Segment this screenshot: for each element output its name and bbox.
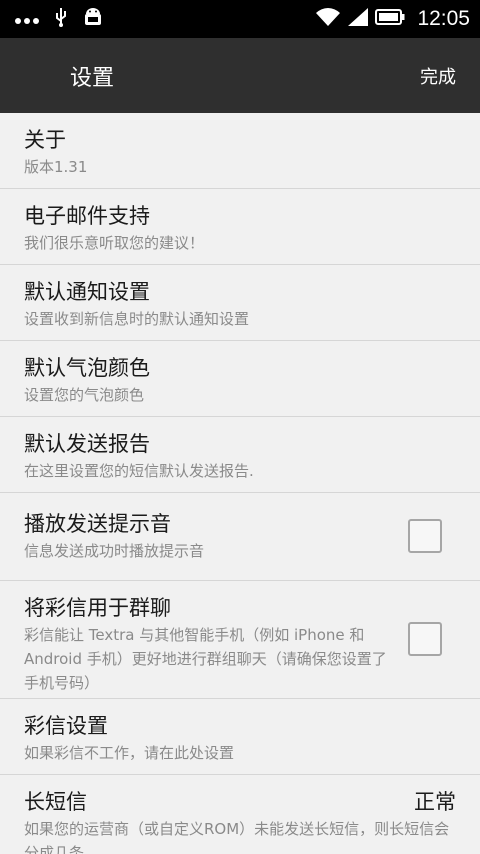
long-sms-value: 正常 <box>414 790 456 814</box>
item-title: 关于 <box>24 128 66 152</box>
status-time: 12:05 <box>417 7 470 30</box>
usb-icon <box>54 7 68 31</box>
app-bar: 设置 完成 <box>0 38 480 113</box>
item-title: 将彩信用于群聊 <box>24 596 171 620</box>
item-subtitle: 信息发送成功时播放提示音 <box>24 542 205 560</box>
item-subtitle: 如果彩信不工作，请在此处设置 <box>24 744 235 762</box>
android-icon <box>82 6 104 32</box>
item-title: 默认发送报告 <box>24 432 150 456</box>
group-mms-checkbox[interactable] <box>408 622 442 656</box>
item-title: 默认通知设置 <box>24 280 150 304</box>
settings-item-notification[interactable]: 默认通知设置 设置收到新信息时的默认通知设置 <box>0 265 480 341</box>
status-bar: 12:05 <box>0 0 480 38</box>
done-button[interactable]: 完成 <box>420 63 456 89</box>
item-subtitle: 版本1.31 <box>24 158 88 176</box>
settings-item-group-mms[interactable]: 将彩信用于群聊 彩信能让 Textra 与其他智能手机（例如 iPhone 和 … <box>0 581 480 699</box>
item-title: 电子邮件支持 <box>24 204 150 228</box>
battery-icon <box>375 8 405 30</box>
settings-item-mms-settings[interactable]: 彩信设置 如果彩信不工作，请在此处设置 <box>0 699 480 775</box>
item-subtitle: 设置您的气泡颜色 <box>24 386 145 404</box>
item-subtitle: 设置收到新信息时的默认通知设置 <box>24 310 250 328</box>
settings-item-email-support[interactable]: 电子邮件支持 我们很乐意听取您的建议！ <box>0 189 480 265</box>
settings-item-about[interactable]: 关于 版本1.31 <box>0 113 480 189</box>
item-title: 彩信设置 <box>24 714 108 738</box>
item-title: 长短信 <box>24 790 87 814</box>
settings-item-bubble-color[interactable]: 默认气泡颜色 设置您的气泡颜色 <box>0 341 480 417</box>
wifi-icon <box>315 7 341 31</box>
item-title: 默认气泡颜色 <box>24 356 150 380</box>
item-subtitle: 彩信能让 Textra 与其他智能手机（例如 iPhone 和 Android … <box>24 626 387 692</box>
item-subtitle: 在这里设置您的短信默认发送报告. <box>24 462 254 480</box>
settings-item-long-sms[interactable]: 长短信 正常 如果您的运营商（或自定义ROM）未能发送长短信，则长短信会分成几条 <box>0 775 480 854</box>
settings-list: 关于 版本1.31 电子邮件支持 我们很乐意听取您的建议！ 默认通知设置 设置收… <box>0 113 480 854</box>
item-subtitle: 我们很乐意听取您的建议！ <box>24 234 205 252</box>
item-subtitle: 如果您的运营商（或自定义ROM）未能发送长短信，则长短信会分成几条 <box>24 820 450 854</box>
page-title: 设置 <box>70 65 115 91</box>
send-sound-checkbox[interactable] <box>408 519 442 553</box>
settings-item-delivery-report[interactable]: 默认发送报告 在这里设置您的短信默认发送报告. <box>0 417 480 493</box>
more-icon <box>14 10 40 29</box>
signal-icon <box>347 7 369 31</box>
item-title: 播放发送提示音 <box>24 512 171 536</box>
settings-item-send-sound[interactable]: 播放发送提示音 信息发送成功时播放提示音 <box>0 493 480 581</box>
